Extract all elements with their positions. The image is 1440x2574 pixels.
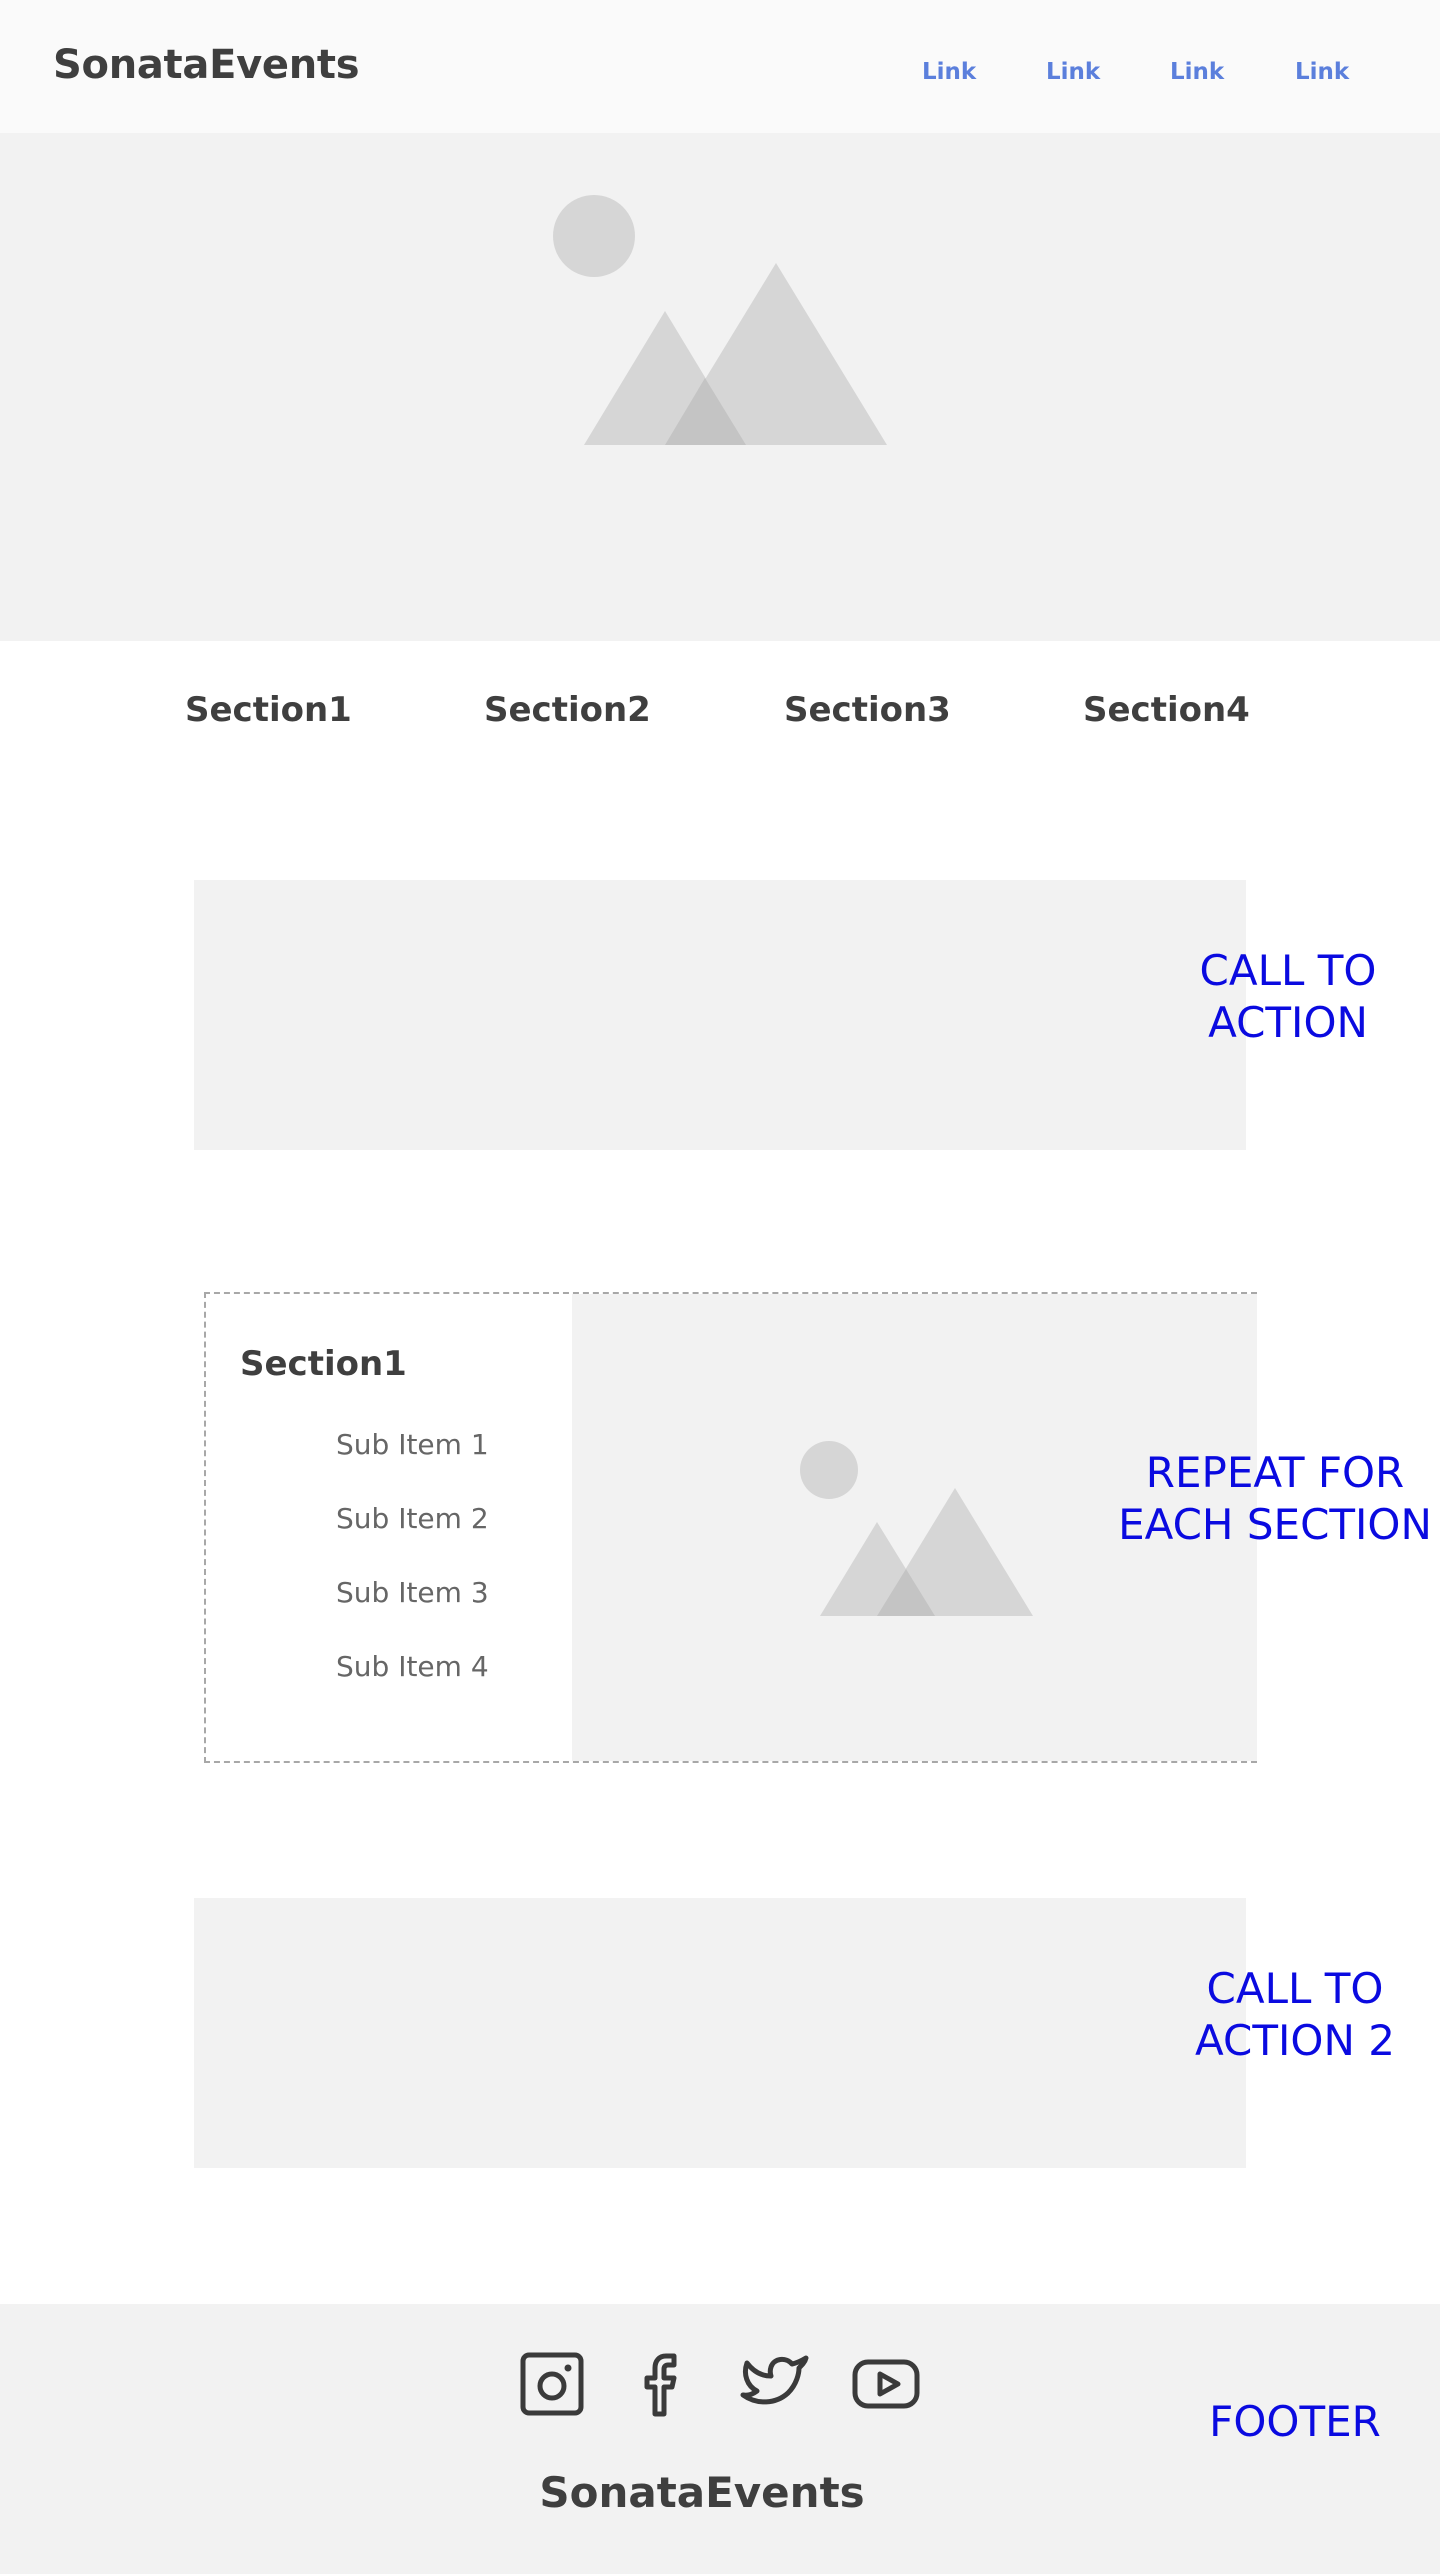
cta-annotation-1: CALL TO ACTION [1188, 945, 1388, 1049]
sub-item-2[interactable]: Sub Item 2 [336, 1502, 489, 1535]
cta-annotation-2-line1: CALL TO [1206, 1964, 1384, 2013]
sub-item-1[interactable]: Sub Item 1 [336, 1428, 489, 1461]
cta-annotation-1-line2: ACTION [1208, 998, 1368, 1047]
section-nav: Section1 Section2 Section3 Section4 [0, 690, 1440, 740]
section-tab-1[interactable]: Section1 [185, 690, 352, 730]
nav-link-4[interactable]: Link [1295, 59, 1349, 85]
top-nav: Link Link Link Link [0, 59, 1440, 89]
cta-annotation-2-line2: ACTION 2 [1195, 2016, 1395, 2065]
section-title: Section1 [240, 1344, 407, 1384]
section-tab-3[interactable]: Section3 [784, 690, 951, 730]
repeat-annotation-line2: EACH SECTION [1118, 1500, 1432, 1549]
cta-annotation-2: CALL TO ACTION 2 [1180, 1963, 1410, 2067]
nav-link-1[interactable]: Link [922, 59, 976, 85]
cta-annotation-1-line1: CALL TO [1199, 946, 1377, 995]
footer-annotation: FOOTER [1209, 2397, 1381, 2446]
site-header: SonataEvents Link Link Link Link [0, 0, 1440, 133]
youtube-icon[interactable] [850, 2348, 922, 2420]
cta-block-2[interactable] [194, 1898, 1246, 2168]
image-placeholder-icon [553, 195, 887, 445]
section-tab-2[interactable]: Section2 [484, 690, 651, 730]
hero-banner [0, 133, 1440, 641]
section-submenu: Section1 Sub Item 1 Sub Item 2 Sub Item … [206, 1294, 572, 1761]
footer-brand: SonataEvents [539, 2468, 865, 2517]
section-detail-block: Section1 Sub Item 1 Sub Item 2 Sub Item … [204, 1292, 1257, 1763]
cta-block-1[interactable] [194, 880, 1246, 1150]
nav-link-2[interactable]: Link [1046, 59, 1100, 85]
sub-item-3[interactable]: Sub Item 3 [336, 1576, 489, 1609]
site-footer: SonataEvents FOOTER [0, 2304, 1440, 2574]
facebook-icon[interactable] [628, 2348, 700, 2420]
sub-item-4[interactable]: Sub Item 4 [336, 1650, 489, 1683]
instagram-icon[interactable] [516, 2348, 588, 2420]
nav-link-3[interactable]: Link [1170, 59, 1224, 85]
repeat-annotation-line1: REPEAT FOR [1145, 1448, 1405, 1497]
section-tab-4[interactable]: Section4 [1083, 690, 1250, 730]
repeat-annotation: REPEAT FOR EACH SECTION [1110, 1447, 1440, 1551]
twitter-icon[interactable] [740, 2348, 812, 2420]
